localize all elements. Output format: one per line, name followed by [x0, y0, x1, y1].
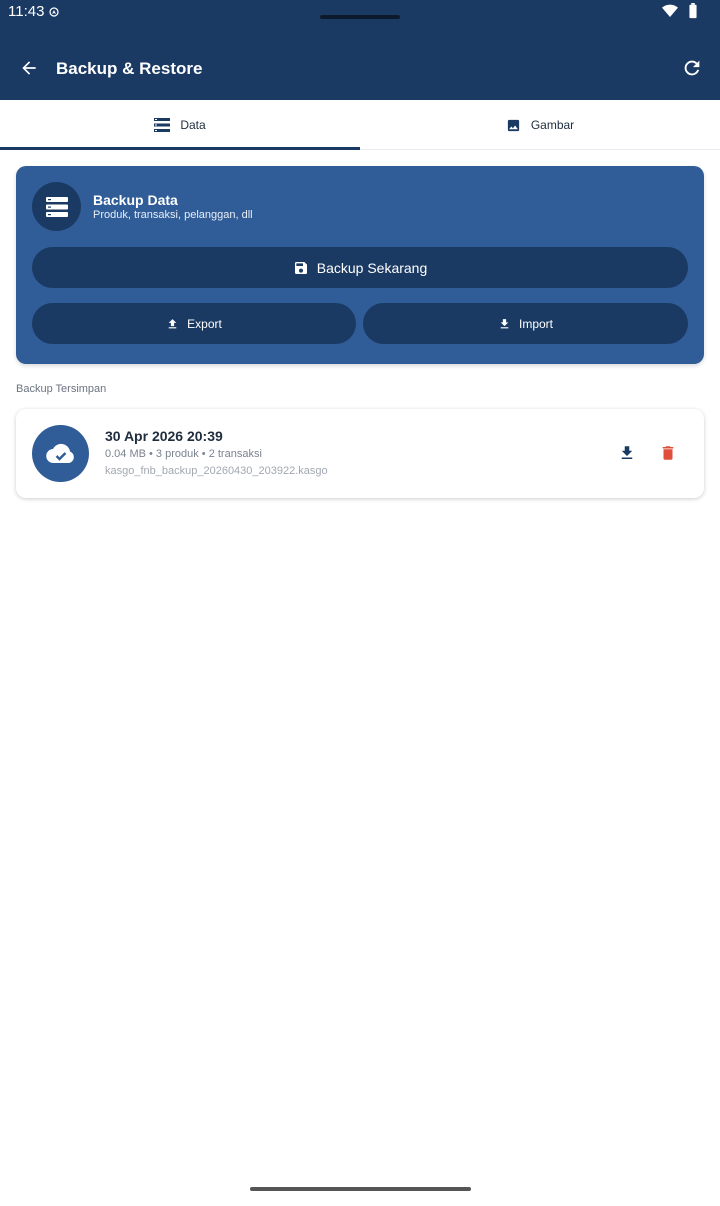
download-icon [621, 446, 633, 459]
delete-backup-button[interactable] [656, 441, 680, 465]
list-icon [154, 118, 171, 132]
save-icon [294, 261, 307, 274]
upload-icon [168, 318, 177, 328]
refresh-icon [684, 60, 700, 76]
backup-meta: 0.04 MB • 3 produk • 2 transaksi [105, 448, 262, 460]
list-item[interactable]: 30 Apr 2026 20:39 0.04 MB • 3 produk • 2… [16, 409, 704, 498]
status-bar-time: 11:43 [8, 3, 60, 20]
download-backup-button[interactable] [615, 441, 639, 465]
card-title: Backup Data [93, 192, 178, 208]
location-icon [49, 6, 60, 17]
cloud-done-avatar [32, 425, 89, 482]
backup-now-button[interactable]: Backup Sekarang [32, 247, 688, 288]
image-icon [507, 119, 519, 131]
backup-date: 30 Apr 2026 20:39 [105, 428, 223, 444]
home-indicator [250, 1187, 471, 1191]
wifi-icon [662, 4, 678, 18]
refresh-button[interactable] [678, 54, 706, 82]
notch-bar [320, 15, 400, 19]
download-icon [500, 318, 509, 328]
backup-data-card: Backup Data Produk, transaksi, pelanggan… [16, 166, 704, 364]
backup-now-label: Backup Sekarang [316, 259, 428, 276]
app-bar: 11:43 Backup & Restore [0, 0, 720, 100]
backup-filename: kasgo_fnb_backup_20260430_203922.kasgo [105, 465, 328, 477]
active-tab-indicator [0, 147, 360, 150]
import-button[interactable]: Import [363, 303, 688, 344]
storage-icon-circle [32, 182, 81, 231]
cloud-check-icon [45, 443, 74, 463]
saved-backups-heading: Backup Tersimpan [16, 383, 107, 395]
import-label: Import [518, 316, 553, 331]
clock-text: 11:43 [8, 3, 45, 20]
trash-icon [662, 446, 674, 460]
export-label: Export [187, 316, 222, 331]
status-bar-icons [662, 3, 698, 19]
tab-data[interactable]: Data [0, 100, 360, 150]
back-button[interactable] [14, 53, 44, 83]
export-button[interactable]: Export [32, 303, 356, 344]
arrow-back-icon [22, 61, 36, 75]
tab-gambar[interactable]: Gambar [360, 100, 720, 150]
page-title: Backup & Restore [56, 59, 203, 78]
storage-icon [45, 196, 68, 217]
tab-gambar-label: Gambar [530, 118, 575, 132]
battery-icon [689, 3, 697, 19]
tab-data-label: Data [180, 118, 206, 132]
card-subtitle: Produk, transaksi, pelanggan, dll [93, 209, 253, 221]
tab-bar: Data Gambar [0, 100, 720, 150]
